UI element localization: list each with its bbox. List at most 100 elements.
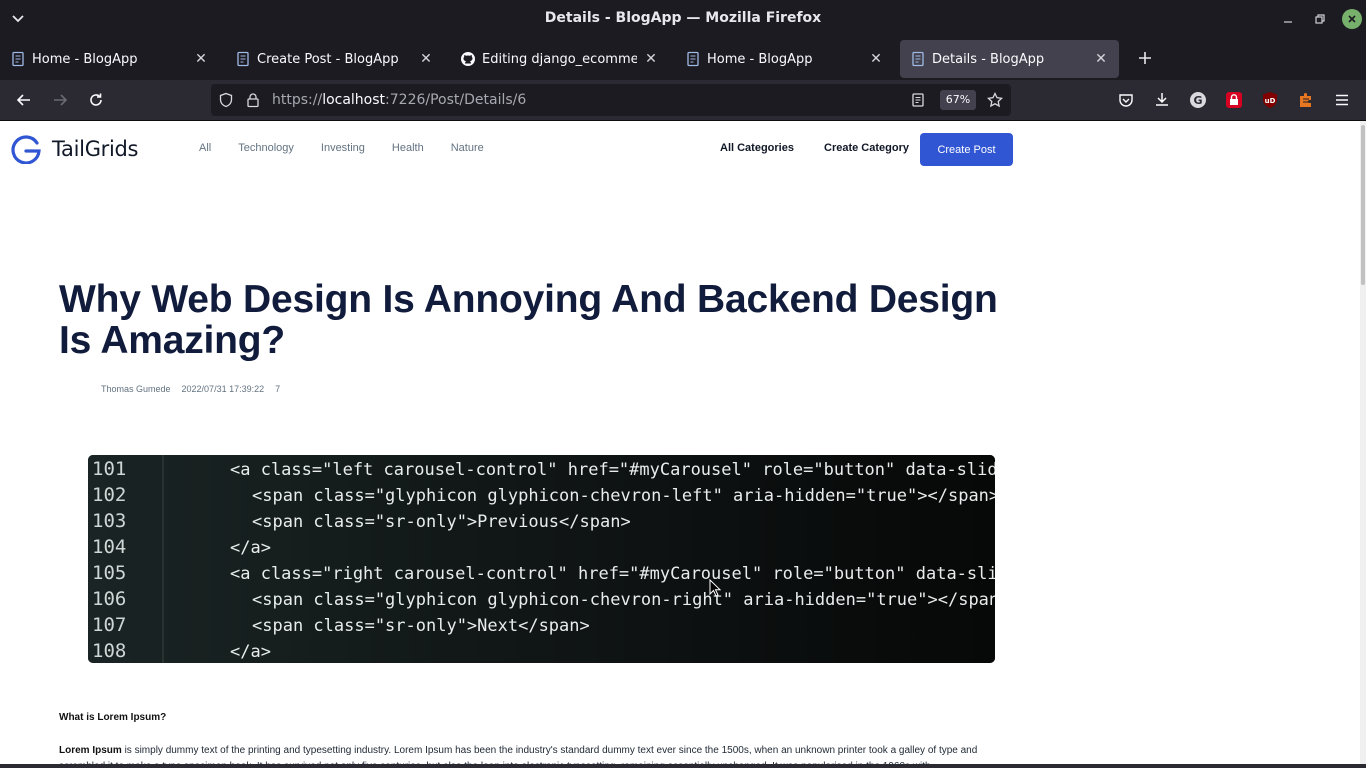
minimize-icon (1284, 21, 1292, 23)
code-line-text: <span class="glyphicon glyphicon-chevron… (252, 590, 995, 610)
restore-icon (1315, 14, 1325, 24)
hamburger-menu-icon (1336, 94, 1348, 106)
tab-home-2[interactable]: Home - BlogApp ✕ (675, 40, 894, 78)
close-tab-icon[interactable]: ✕ (418, 51, 434, 67)
reader-view-icon[interactable] (910, 92, 926, 108)
window-title: Details - BlogApp — Mozilla Firefox (544, 10, 822, 26)
tab-github-editing[interactable]: Editing django_ecommerce ✕ (450, 40, 669, 78)
app-menu-button[interactable] (1332, 90, 1352, 110)
close-tab-icon[interactable]: ✕ (193, 51, 209, 67)
all-categories-link[interactable]: All Categories (720, 142, 794, 154)
code-line-text: <a class="right carousel-control" href="… (230, 564, 995, 584)
close-tab-icon[interactable]: ✕ (1093, 51, 1109, 67)
puzzle-icon (1300, 93, 1311, 107)
code-line-number: 108 (92, 640, 126, 662)
post-meta: Thomas Gumede 2022/07/31 17:39:22 7 (101, 384, 291, 394)
back-button[interactable] (14, 90, 34, 110)
ublock-extension-button[interactable]: uD (1260, 90, 1280, 110)
page-icon (237, 51, 249, 67)
post-view-count: 7 (275, 384, 281, 394)
navigation-toolbar: https://localhost:7226/Post/Details/6 67… (0, 80, 1366, 121)
code-line-number: 106 (92, 588, 126, 610)
github-icon (461, 52, 475, 66)
code-line-text: <span class="sr-only">Next</span> (252, 616, 590, 636)
section-heading: What is Lorem Ipsum? (59, 712, 167, 723)
url-scheme: https:// (272, 92, 323, 108)
arrow-right-icon (54, 94, 68, 106)
body-text: is simply dummy text of the printing and… (59, 745, 978, 764)
page-viewport: TailGrids All Technology Investing Healt… (0, 121, 1366, 764)
pocket-button[interactable] (1116, 90, 1136, 110)
window-bottom-edge (0, 764, 1366, 768)
body-lead: Lorem Ipsum (59, 745, 122, 756)
post-author: Thomas Gumede (101, 384, 171, 394)
close-tab-icon[interactable]: ✕ (868, 51, 884, 67)
url-text[interactable]: https://localhost:7226/Post/Details/6 (272, 92, 526, 108)
reload-button[interactable] (86, 90, 106, 110)
create-post-button[interactable]: Create Post (920, 133, 1013, 166)
minimize-button[interactable] (1278, 9, 1298, 29)
close-window-button[interactable] (1342, 9, 1362, 29)
download-icon (1156, 93, 1168, 106)
arrow-left-icon (16, 94, 30, 106)
code-line-number: 107 (92, 614, 126, 636)
maximize-button[interactable] (1310, 9, 1330, 29)
code-line-number: 102 (92, 484, 126, 506)
lock-icon[interactable] (245, 92, 261, 108)
pocket-icon (1119, 94, 1133, 107)
code-line-text: </a> (230, 642, 271, 662)
plus-icon (1139, 52, 1151, 64)
star-icon[interactable] (987, 92, 1003, 108)
lock-extension-button[interactable] (1224, 90, 1244, 110)
tab-home-1[interactable]: Home - BlogApp ✕ (0, 40, 219, 78)
nav-link-health[interactable]: Health (392, 142, 424, 154)
site-logo[interactable]: TailGrids (11, 134, 139, 164)
page-icon (12, 51, 24, 67)
url-bar[interactable]: https://localhost:7226/Post/Details/6 67… (211, 84, 1011, 116)
svg-text:G: G (1193, 94, 1202, 107)
mouse-cursor-icon (709, 579, 721, 597)
post-body-paragraph: Lorem Ipsum is simply dummy text of the … (59, 743, 1019, 764)
tab-details[interactable]: Details - BlogApp ✕ (900, 40, 1119, 78)
svg-text:uD: uD (1265, 97, 1276, 105)
padlock-icon (1226, 92, 1242, 108)
code-screenshot-image: 101 <a class="left carousel-control" href… (88, 455, 995, 663)
zoom-level-button[interactable]: 67% (940, 90, 976, 110)
code-line-text: </a> (230, 538, 271, 558)
new-tab-button[interactable] (1134, 48, 1156, 70)
tab-label: Home - BlogApp (707, 51, 813, 67)
ublock-icon: uD (1263, 92, 1277, 108)
forward-button[interactable] (50, 90, 70, 110)
grammarly-extension-button[interactable]: G (1188, 90, 1208, 110)
close-icon (1348, 15, 1356, 23)
close-tab-icon[interactable]: ✕ (643, 51, 659, 67)
category-nav: All Technology Investing Health Nature (199, 142, 511, 154)
tab-label: Create Post - BlogApp (257, 51, 399, 67)
code-line-number: 101 (92, 458, 126, 480)
tailgrids-logo-icon (11, 135, 41, 164)
reload-icon (90, 93, 102, 106)
window-titlebar: Details - BlogApp — Mozilla Firefox (0, 0, 1366, 37)
tab-label: Details - BlogApp (932, 51, 1045, 67)
nav-link-nature[interactable]: Nature (451, 142, 484, 154)
grammarly-icon: G (1190, 92, 1206, 108)
extension-button[interactable] (1296, 90, 1316, 110)
code-line-number: 104 (92, 536, 126, 558)
post-date: 2022/07/31 17:39:22 (181, 384, 265, 394)
page-icon (687, 51, 699, 67)
shield-icon[interactable] (218, 92, 234, 108)
post-hero-image: 101 <a class="left carousel-control" href… (88, 455, 995, 663)
tab-label: Editing django_ecommerce (482, 51, 637, 67)
code-line-number: 105 (92, 562, 126, 584)
nav-link-investing[interactable]: Investing (321, 142, 365, 154)
code-line-text: <span class="glyphicon glyphicon-chevron… (252, 486, 995, 506)
code-line-text: <span class="sr-only">Previous</span> (252, 512, 631, 532)
nav-link-technology[interactable]: Technology (238, 142, 294, 154)
create-category-link[interactable]: Create Category (824, 142, 909, 154)
tab-create-post[interactable]: Create Post - BlogApp ✕ (225, 40, 444, 78)
nav-link-all[interactable]: All (199, 142, 211, 154)
tab-label: Home - BlogApp (32, 51, 138, 67)
scrollbar-thumb[interactable] (1361, 125, 1365, 285)
downloads-button[interactable] (1152, 90, 1172, 110)
page-scrollbar[interactable] (1360, 121, 1366, 764)
